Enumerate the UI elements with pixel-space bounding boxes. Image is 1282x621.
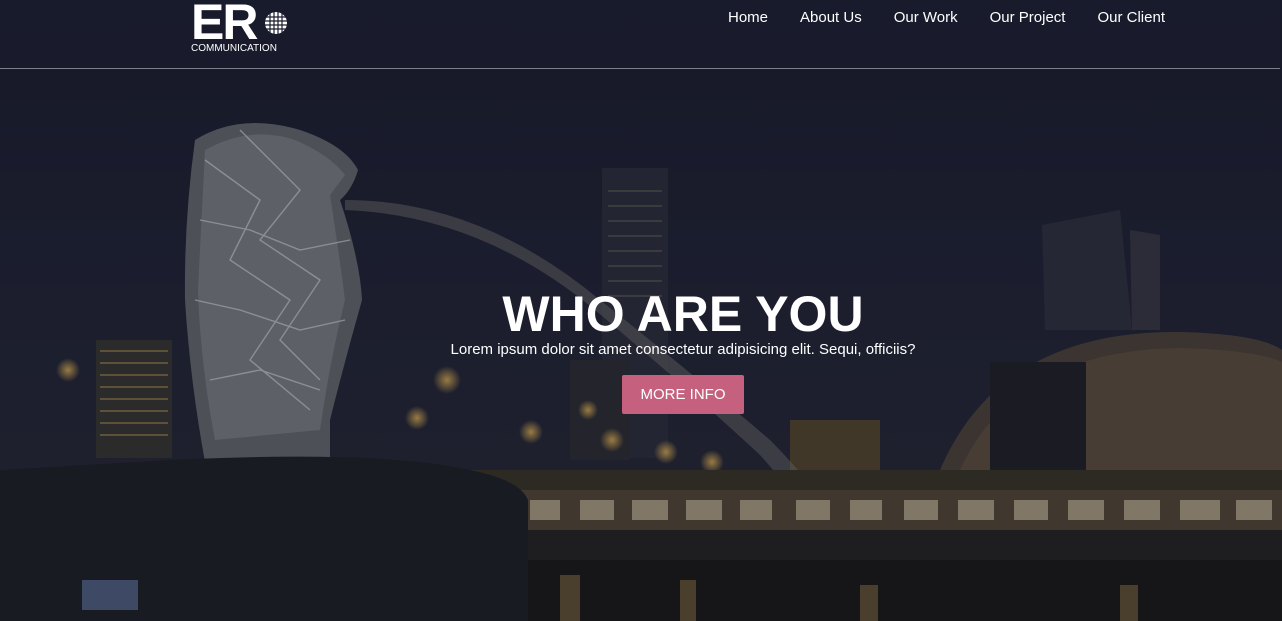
hero-subtitle: Lorem ipsum dolor sit amet consectetur a…	[450, 341, 916, 358]
nav-item-our-work[interactable]: Our Work	[862, 9, 958, 27]
nav-item-about-us[interactable]: About Us	[768, 9, 862, 27]
globe-icon	[265, 12, 287, 34]
hero-section: WHO ARE YOU Lorem ipsum dolor sit amet c…	[0, 285, 1282, 361]
logo-sub-text: COMMUNICATION	[191, 43, 277, 54]
top-navbar: ER COMMUNICATION Home About Us Our Work …	[0, 0, 1280, 69]
landing-page: ER COMMUNICATION Home About Us Our Work …	[0, 0, 1282, 621]
nav-item-our-project[interactable]: Our Project	[958, 9, 1066, 27]
hero-title: WHO ARE YOU	[502, 286, 864, 342]
nav-item-our-client[interactable]: Our Client	[1065, 9, 1165, 27]
main-nav: Home About Us Our Work Our Project Our C…	[696, 9, 1165, 27]
brand-logo[interactable]: ER COMMUNICATION	[191, 0, 291, 58]
nav-item-home[interactable]: Home	[696, 9, 768, 27]
more-info-button[interactable]: MORE INFO	[622, 375, 744, 414]
